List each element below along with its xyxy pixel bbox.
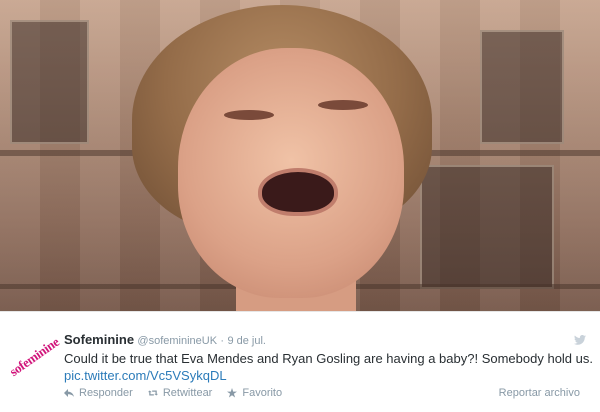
tweet-date[interactable]: 9 de jul. [227,335,266,347]
favorite-button[interactable]: Favorito [227,387,282,399]
building-window [480,30,564,144]
retweet-button[interactable]: Retwittear [147,387,213,399]
photo-mouth [258,168,338,216]
favorite-label: Favorito [242,387,283,399]
tweet-text: Could it be true that Eva Mendes and Rya… [64,351,593,366]
photo-eye-left [224,110,274,120]
tweet-actions: Responder Retwittear Favorito [64,387,282,399]
tweet-pic-link[interactable]: pic.twitter.com/Vc5VSykqDL [64,368,227,383]
sofeminine-logo: sofeminine [6,334,62,380]
star-icon [227,388,238,398]
avatar[interactable]: sofeminine [6,333,61,381]
retweet-label: Retwittear [162,387,213,399]
author-name[interactable]: Sofeminine [64,332,134,347]
report-media-link[interactable]: Reportar archivo [499,387,580,399]
tweet-media-photo[interactable] [0,0,600,311]
twitter-bird-icon [574,335,586,345]
building-window [10,20,89,144]
photo-eye-right [318,100,368,110]
building-window [420,165,554,289]
reply-label: Responder [79,387,133,399]
tweet-card: sofeminine Sofeminine @sofeminineUK · 9 … [0,311,600,412]
retweet-icon [147,390,158,396]
header-separator: · [220,335,225,347]
reply-icon [64,389,74,397]
reply-button[interactable]: Responder [64,387,133,399]
tweet-header: Sofeminine @sofeminineUK · 9 de jul. [64,332,266,347]
author-handle[interactable]: @sofeminineUK [137,335,217,347]
